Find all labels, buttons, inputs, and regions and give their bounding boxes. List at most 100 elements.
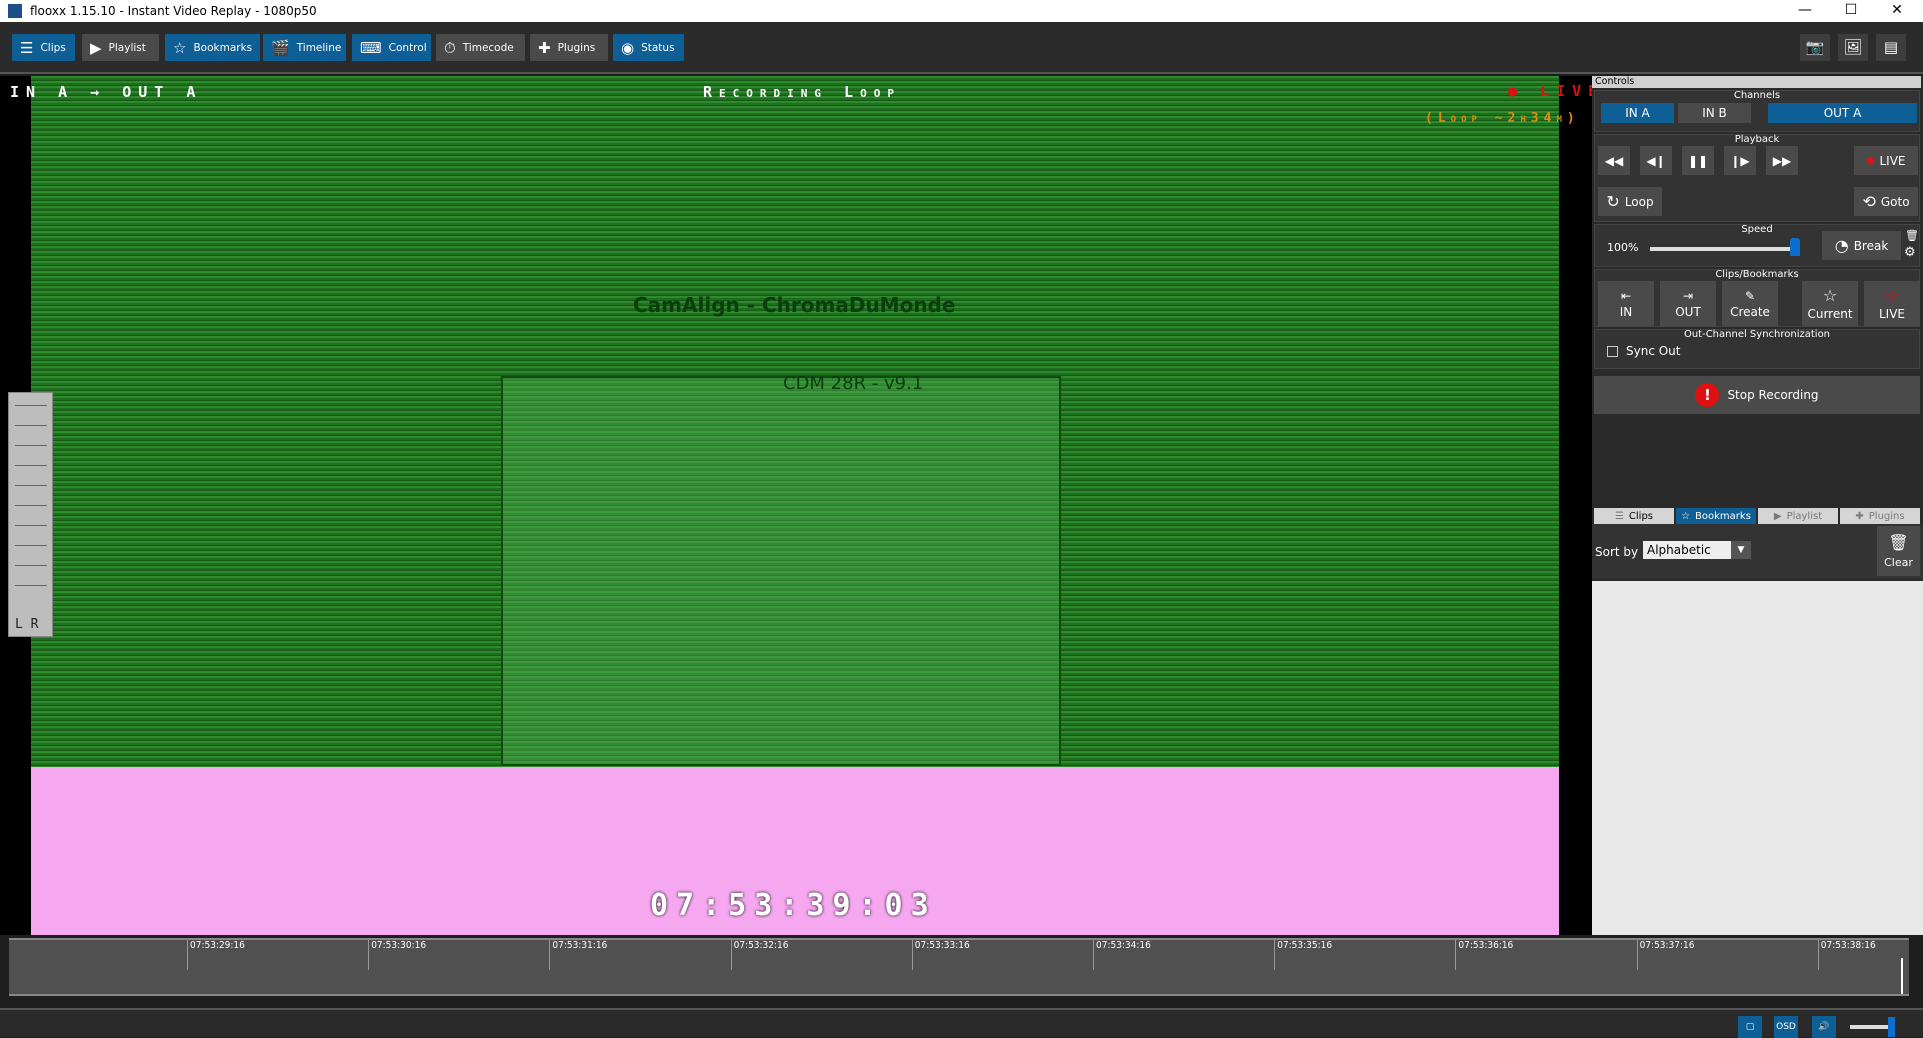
label: Bookmarks bbox=[1695, 510, 1751, 522]
create-button[interactable]: ✎ Create bbox=[1722, 281, 1778, 326]
label: Plugins bbox=[557, 41, 596, 54]
label: Loop bbox=[1624, 194, 1654, 209]
star-icon: ☆ bbox=[1822, 286, 1838, 305]
speed-value: 100% bbox=[1607, 241, 1639, 254]
alert-icon: ! bbox=[1695, 383, 1720, 407]
toolbar-bookmarks[interactable]: ☆ Bookmarks bbox=[165, 34, 260, 61]
image-button[interactable]: 🖼 bbox=[1838, 34, 1868, 61]
channel-out-a[interactable]: OUT A bbox=[1768, 103, 1917, 123]
step-forward-button[interactable]: ❙▶ bbox=[1724, 146, 1756, 175]
toolbar-control[interactable]: ⌨ Control bbox=[352, 34, 431, 61]
mark-in-button[interactable]: ⇤ IN bbox=[1598, 281, 1654, 326]
bookmarks-list[interactable] bbox=[1592, 581, 1923, 935]
sync-section: Out-Channel Synchronization Sync Out bbox=[1594, 329, 1920, 369]
label: Break bbox=[1853, 238, 1889, 253]
toolbar-clips[interactable]: ☰ Clips bbox=[12, 34, 75, 61]
test-chart-title: CamAlign - ChromaDuMonde bbox=[633, 293, 956, 317]
sync-out-label: Sync Out bbox=[1626, 344, 1681, 358]
fast-forward-icon: ▶▶ bbox=[1772, 153, 1792, 168]
live-button[interactable]: ⏺ LIVE bbox=[1854, 146, 1918, 175]
tab-plugins[interactable]: ✚ Plugins bbox=[1840, 508, 1920, 524]
tab-clips[interactable]: ☰ Clips bbox=[1594, 508, 1674, 524]
timeline-tick: 07:53:38:16 bbox=[1817, 940, 1876, 970]
sort-value: Alphabetic bbox=[1647, 543, 1711, 557]
timeline-tick: 07:53:34:16 bbox=[1093, 940, 1151, 970]
break-button[interactable]: ◔ Break bbox=[1822, 231, 1901, 260]
toolbar-timecode[interactable]: ⏱ Timecode bbox=[436, 34, 525, 61]
toolbar-status[interactable]: ◉ Status bbox=[613, 34, 684, 61]
section-title: Playback bbox=[1734, 134, 1780, 145]
speed-slider-thumb[interactable] bbox=[1790, 238, 1800, 256]
live-play-icon: ⏺ bbox=[1866, 150, 1875, 170]
list-icon: ☰ bbox=[1614, 510, 1624, 522]
step-back-button[interactable]: ◀❙ bbox=[1640, 146, 1672, 175]
volume-button[interactable]: 🔊 bbox=[1812, 1016, 1836, 1038]
play-box-icon: ▶ bbox=[1773, 510, 1782, 522]
timeline-tick: 07:53:37:16 bbox=[1636, 940, 1694, 970]
label: Clips bbox=[40, 41, 66, 54]
fast-forward-button[interactable]: ▶▶ bbox=[1766, 146, 1798, 175]
label: Stop Recording bbox=[1727, 388, 1819, 402]
play-box-icon: ▶ bbox=[90, 38, 102, 57]
label: Current bbox=[1807, 307, 1853, 321]
bookmark-current-button[interactable]: ☆ Current bbox=[1802, 281, 1858, 326]
channel-in-a[interactable]: IN A bbox=[1601, 103, 1674, 123]
snapshot-button[interactable]: 📷 bbox=[1800, 34, 1830, 61]
loop-button[interactable]: ↻ Loop bbox=[1598, 187, 1662, 216]
tab-bookmarks[interactable]: ☆ Bookmarks bbox=[1676, 508, 1756, 524]
pause-icon: ❚❚ bbox=[1687, 153, 1709, 168]
live-indicator: ● LIVE bbox=[1508, 82, 1604, 100]
section-title: Clips/Bookmarks bbox=[1715, 269, 1799, 280]
rewind-button[interactable]: ◀◀ bbox=[1598, 146, 1630, 175]
mark-in-icon: ⇤ bbox=[1620, 288, 1632, 303]
osd-button[interactable]: OSD bbox=[1774, 1016, 1798, 1038]
label: Bookmarks bbox=[193, 41, 253, 54]
stopwatch-icon: ⏱ bbox=[444, 38, 456, 57]
sort-select[interactable]: Alphabetic ▼ bbox=[1643, 541, 1751, 559]
tab-playlist[interactable]: ▶ Playlist bbox=[1758, 508, 1838, 524]
step-back-icon: ◀❙ bbox=[1646, 153, 1666, 168]
meter-channels: L R bbox=[15, 617, 39, 632]
app-icon bbox=[8, 4, 22, 18]
label: Control bbox=[388, 41, 427, 54]
chevron-down-icon: ▼ bbox=[1731, 541, 1751, 559]
star-icon: ☆ bbox=[173, 38, 187, 57]
controls-panel: Controls Channels IN A IN B OUT A Playba… bbox=[1592, 76, 1923, 935]
speed-slider[interactable] bbox=[1650, 247, 1795, 251]
trash-icon: 🗑 bbox=[1888, 533, 1909, 552]
sync-out-checkbox[interactable] bbox=[1607, 346, 1618, 357]
label: Goto bbox=[1880, 194, 1910, 209]
loop-duration: (Loop ~2h34m) bbox=[1425, 111, 1580, 126]
sort-label: Sort by bbox=[1595, 545, 1639, 559]
trash-icon[interactable]: 🗑 bbox=[1905, 229, 1919, 242]
label: LIVE bbox=[1878, 307, 1905, 321]
goto-button[interactable]: ⟲ Goto bbox=[1854, 187, 1918, 216]
pause-button[interactable]: ❚❚ bbox=[1682, 146, 1714, 175]
timeline[interactable]: 07:53:29:16 07:53:30:16 07:53:31:16 07:53:3… bbox=[9, 938, 1909, 996]
toolbar-playlist[interactable]: ▶ Playlist bbox=[82, 34, 159, 61]
layout-button[interactable]: ▤ bbox=[1876, 34, 1906, 61]
minimize-button[interactable]: — bbox=[1782, 0, 1828, 22]
toolbar-plugins[interactable]: ✚ Plugins bbox=[530, 34, 608, 61]
timeline-tick: 07:53:29:16 bbox=[187, 940, 245, 970]
timeline-tick: 07:53:32:16 bbox=[730, 940, 788, 970]
gear-icon[interactable]: ⚙ bbox=[1904, 245, 1916, 260]
mark-out-button[interactable]: ⇥ OUT bbox=[1660, 281, 1716, 326]
stop-recording-button[interactable]: ! Stop Recording bbox=[1594, 376, 1920, 414]
volume-slider-thumb[interactable] bbox=[1888, 1017, 1895, 1037]
timeline-playhead[interactable] bbox=[1901, 958, 1903, 994]
speaker-icon: 🔊 bbox=[1818, 1022, 1830, 1032]
loop-icon: ↻ bbox=[1606, 192, 1620, 211]
speed-section: Speed 100% ◔ Break 🗑 ⚙ bbox=[1594, 224, 1920, 267]
channel-in-b[interactable]: IN B bbox=[1678, 103, 1751, 123]
label: OUT bbox=[1675, 304, 1701, 319]
clapper-icon: 🎬 bbox=[271, 38, 290, 57]
label: Create bbox=[1730, 304, 1770, 319]
toolbar-timeline[interactable]: 🎬 Timeline bbox=[263, 34, 346, 61]
bookmark-live-button[interactable]: ☆ LIVE bbox=[1864, 281, 1920, 326]
clear-button[interactable]: 🗑 Clear bbox=[1877, 526, 1920, 576]
fullscreen-button[interactable]: ▢ bbox=[1738, 1016, 1762, 1038]
label: LIVE bbox=[1879, 153, 1906, 168]
close-button[interactable]: ✕ bbox=[1874, 0, 1920, 22]
maximize-button[interactable]: ☐ bbox=[1828, 0, 1874, 22]
